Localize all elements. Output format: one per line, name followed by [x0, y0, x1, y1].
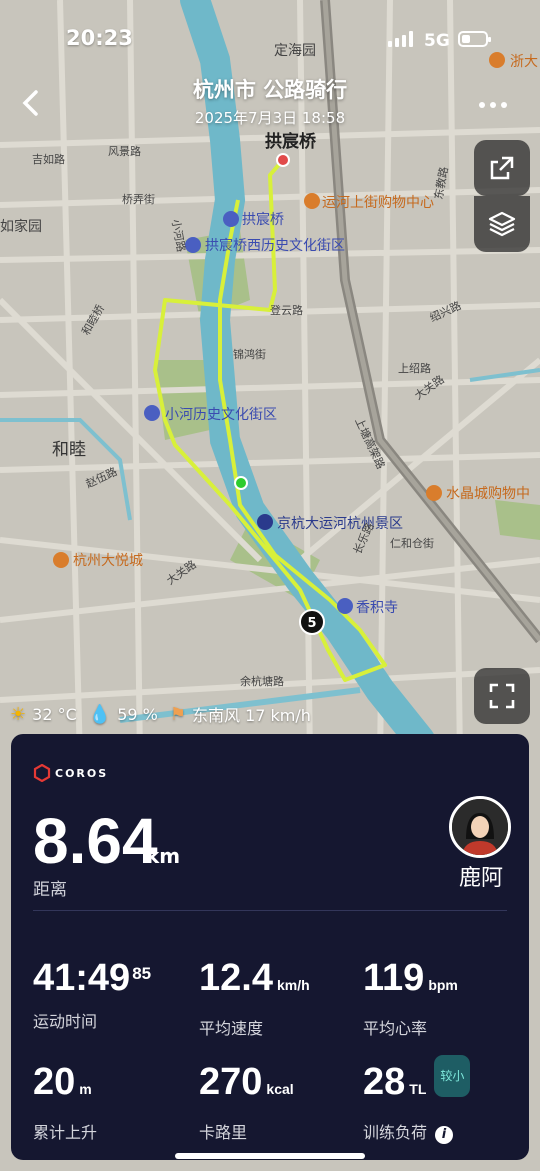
layers-icon	[488, 211, 516, 237]
stat-sup: 85	[132, 964, 152, 983]
avatar[interactable]	[449, 796, 511, 858]
status-time: 20:23	[66, 26, 133, 50]
divider	[33, 910, 507, 911]
stat-unit: bpm	[428, 977, 458, 993]
user-name: 鹿阿	[458, 866, 503, 891]
battery-icon	[458, 31, 491, 47]
label-diding: 定海园	[274, 43, 316, 59]
label-dayuecheng: 杭州大悦城	[73, 553, 143, 569]
stat-value: 12.4	[199, 957, 273, 999]
label-gongchenqiao-big: 拱宸桥	[265, 131, 317, 152]
stat-avg-speed: 12.4 km/h 平均速度	[199, 958, 310, 1039]
weather-bar: ☀ 32 °C 💧 59 % ⚑ 东南风 17 km/h	[10, 700, 311, 728]
label-zhedajie: 浙大	[510, 54, 538, 70]
more-dots-icon	[479, 102, 507, 108]
stat-elevation-gain: 20 m 累计上升	[33, 1062, 97, 1143]
stat-calories: 270 kcal 卡路里	[199, 1062, 294, 1143]
stat-unit: TL	[409, 1081, 427, 1097]
stat-duration: 41:49 85 运动时间	[33, 958, 151, 1032]
label-ruyi: 如家园	[0, 218, 42, 235]
wind: 东南风 17 km/h	[191, 706, 311, 725]
stat-unit: kcal	[266, 1081, 294, 1097]
temperature: 32 °C	[32, 704, 77, 724]
end-marker	[276, 153, 290, 167]
label-renheng: 仁和仓街	[390, 536, 434, 550]
stat-value: 41:49	[33, 957, 131, 999]
coros-mark-icon	[33, 764, 51, 782]
share-button[interactable]	[474, 140, 530, 196]
sun-icon: ☀	[10, 703, 27, 725]
activity-datetime: 2025年7月3日 18:58	[194, 109, 346, 127]
stat-label: 卡路里	[199, 1123, 248, 1142]
page-title: 杭州市 公路骑行	[192, 78, 348, 102]
label-hemu: 和睦	[52, 440, 86, 460]
signal-icon	[388, 31, 414, 47]
stat-label: 运动时间	[33, 1012, 98, 1031]
user-avatar-icon	[452, 799, 508, 855]
summary-card: COROS 8.64 km 距离 鹿阿 41:49 85 运动时间 12.4 km/…	[11, 734, 529, 1160]
label-fengjing: 风景路	[108, 145, 141, 158]
humidity-drop-icon: 💧	[88, 703, 112, 725]
label-qiaonong: 桥弄街	[122, 192, 155, 206]
park-area	[495, 500, 540, 540]
distance-label: 距离	[33, 880, 67, 900]
stat-label: 累计上升	[33, 1123, 98, 1142]
label-yunhe-mall: 运河上街购物中心	[322, 195, 434, 211]
more-button[interactable]	[478, 92, 508, 112]
distance-unit: km	[146, 844, 181, 868]
stat-training-load: 28 TL 较小 训练负荷 i	[363, 1054, 471, 1144]
network-type: 5G	[424, 31, 450, 51]
label-dujian: 锦鸿街	[233, 347, 266, 361]
fullscreen-button[interactable]	[474, 668, 530, 724]
coros-logo: COROS	[33, 764, 108, 782]
label-shangshao: 上绍路	[398, 361, 431, 375]
stat-value: 20	[33, 1061, 76, 1103]
stat-unit: km/h	[276, 977, 310, 993]
label-yuhang: 余杭塘路	[240, 674, 284, 688]
start-marker	[234, 476, 248, 490]
label-shuijingcheng: 水晶城购物中	[446, 486, 530, 502]
stat-value: 28	[363, 1061, 406, 1103]
stat-value: 270	[199, 1061, 263, 1103]
stat-label: 平均速度	[199, 1019, 264, 1038]
label-gongchenqiao: 拱宸桥	[242, 211, 284, 228]
share-icon	[490, 156, 514, 180]
label-dengyun: 登云路	[270, 303, 303, 317]
label-gongchenqiao-west: 拱宸桥西历史文化街区	[205, 237, 345, 254]
map-layers-button[interactable]	[474, 196, 530, 252]
brand-name: COROS	[55, 766, 109, 780]
training-load-badge: 较小	[434, 1054, 471, 1097]
expand-icon	[489, 683, 515, 709]
stat-label: 训练负荷	[363, 1123, 428, 1142]
label-jinghang: 京杭大运河杭州景区	[277, 516, 403, 532]
info-icon[interactable]: i	[435, 1126, 454, 1144]
distance-value: 8.64	[33, 805, 158, 877]
wind-icon: ⚑	[169, 703, 186, 725]
stat-label: 平均心率	[363, 1019, 428, 1038]
humidity: 59 %	[117, 704, 158, 724]
stat-avg-heart-rate: 119 bpm 平均心率	[363, 958, 458, 1039]
label-xiaohe: 小河历史文化街区	[165, 407, 277, 423]
home-indicator	[175, 1153, 365, 1159]
label-xiangjisi: 香积寺	[356, 600, 398, 616]
stat-value: 119	[363, 957, 425, 999]
km-marker-label: 5	[307, 616, 316, 631]
label-jiajie: 吉如路	[32, 152, 65, 166]
stat-unit: m	[79, 1081, 92, 1097]
